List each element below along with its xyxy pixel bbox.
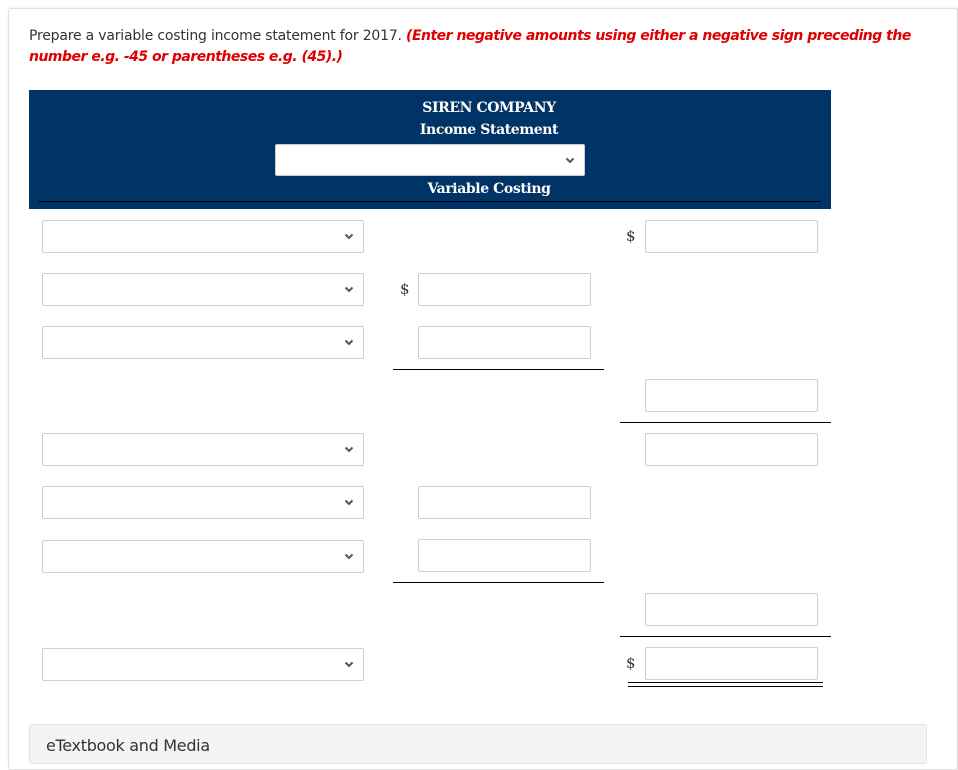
- company-name: SIREN COMPANY: [422, 100, 556, 116]
- etextbook-media-label[interactable]: eTextbook and Media: [46, 736, 210, 755]
- row-1-label-select[interactable]: [42, 220, 364, 253]
- chevron-down-icon: [344, 339, 354, 346]
- costing-method: Variable Costing: [427, 181, 551, 197]
- row-3-label-select[interactable]: [42, 326, 364, 359]
- row-6-label-select[interactable]: [42, 486, 364, 519]
- instructions-text: Prepare a variable costing income statem…: [29, 28, 402, 44]
- row-2-label-select[interactable]: [42, 273, 364, 306]
- row-9-col2-dollar: $: [626, 654, 636, 672]
- subtotal-rule: [620, 422, 831, 423]
- chevron-down-icon: [565, 157, 575, 164]
- chevron-down-icon: [344, 286, 354, 293]
- etextbook-media-panel[interactable]: eTextbook and Media: [29, 724, 927, 764]
- row-2-col1-input[interactable]: [418, 273, 591, 306]
- row-9-col2-input[interactable]: [645, 647, 818, 680]
- row-8-col2-input[interactable]: [645, 593, 818, 626]
- row-7-col1-input[interactable]: [418, 539, 591, 572]
- subtotal-rule: [393, 369, 604, 370]
- row-9-label-select[interactable]: [42, 648, 364, 681]
- header-rule: [38, 201, 821, 202]
- chevron-down-icon: [344, 499, 354, 506]
- row-7-label-select[interactable]: [42, 540, 364, 573]
- row-6-col1-input[interactable]: [418, 486, 591, 519]
- row-3-col1-input[interactable]: [418, 326, 591, 359]
- total-double-rule: [628, 682, 823, 687]
- statement-header: SIREN COMPANY Income Statement Variable …: [29, 90, 831, 209]
- chevron-down-icon: [344, 446, 354, 453]
- row-5-label-select[interactable]: [42, 433, 364, 466]
- subtotal-rule: [620, 636, 831, 637]
- row-4-col2-input[interactable]: [645, 379, 818, 412]
- chevron-down-icon: [344, 233, 354, 240]
- row-1-col2-dollar: $: [626, 227, 636, 245]
- chevron-down-icon: [344, 553, 354, 560]
- period-select[interactable]: [275, 144, 585, 176]
- row-2-col1-dollar: $: [400, 280, 410, 298]
- statement-title: Income Statement: [419, 122, 559, 138]
- row-1-col2-input[interactable]: [645, 220, 818, 253]
- chevron-down-icon: [344, 661, 354, 668]
- subtotal-rule: [393, 582, 604, 583]
- instructions: Prepare a variable costing income statem…: [29, 26, 929, 68]
- row-5-col2-input[interactable]: [645, 433, 818, 466]
